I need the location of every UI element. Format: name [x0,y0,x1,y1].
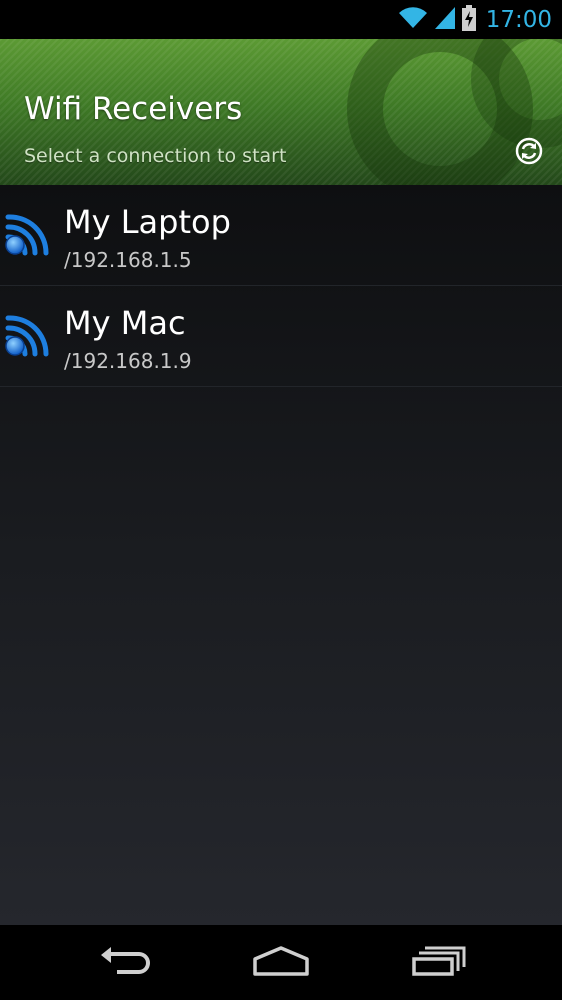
wifi-signal-icon [398,6,428,34]
receiver-name: My Laptop [64,203,231,241]
home-icon [252,945,310,981]
receiver-address: /192.168.1.5 [64,248,192,272]
navigation-bar [0,925,562,1000]
refresh-button[interactable] [513,137,545,169]
recent-apps-icon [411,945,467,981]
receiver-list: My Laptop /192.168.1.5 My Mac /192.168.1… [0,185,562,925]
page-title: Wifi Receivers [24,91,243,127]
receiver-address: /192.168.1.9 [64,349,192,373]
wifi-receiver-icon [4,312,50,362]
cell-signal-icon [434,6,456,34]
home-button[interactable] [236,939,326,987]
app-header: Wifi Receivers Select a connection to st… [0,39,562,185]
list-item[interactable]: My Laptop /192.168.1.5 [0,185,562,286]
page-subtitle: Select a connection to start [24,145,287,167]
wifi-receiver-icon [4,211,50,261]
back-icon [97,945,153,981]
status-bar: 17:00 [0,0,562,39]
refresh-icon [515,137,543,169]
list-item[interactable]: My Mac /192.168.1.9 [0,286,562,387]
receiver-name: My Mac [64,304,186,342]
recent-apps-button[interactable] [394,939,484,987]
battery-charging-icon [461,4,476,35]
back-button[interactable] [80,939,170,987]
screen: 17:00 Wifi Receivers Select a connection… [0,0,562,1000]
status-time: 17:00 [485,6,552,33]
